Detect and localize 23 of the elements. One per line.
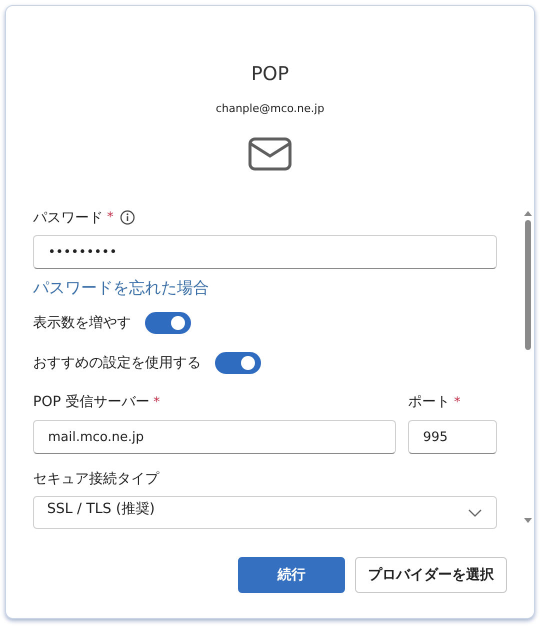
toggle-label: おすすめの設定を使用する xyxy=(33,354,201,372)
envelope-icon xyxy=(248,137,292,171)
field-label: セキュア接続タイプ xyxy=(33,470,159,488)
info-icon[interactable] xyxy=(120,210,134,226)
server-field[interactable]: mail.mco.ne.jp xyxy=(33,420,396,454)
continue-button[interactable]: 続行 xyxy=(238,557,345,593)
required-mark: * xyxy=(107,210,114,226)
required-mark: * xyxy=(454,394,460,410)
toggle-switch[interactable] xyxy=(145,312,191,334)
required-mark: * xyxy=(153,394,160,410)
port-field[interactable]: 995 xyxy=(408,420,497,454)
field-label: パスワード xyxy=(33,208,103,227)
security-dropdown[interactable]: SSL / TLS (推奨) xyxy=(33,496,497,529)
account-email: chanple@mco.ne.jp xyxy=(216,102,324,116)
password-field[interactable]: ••••••••• xyxy=(33,235,497,269)
field-label: ポート xyxy=(408,393,450,412)
dialog-title: POP xyxy=(251,62,289,86)
toggle-switch[interactable] xyxy=(215,352,261,374)
forgot-password-link[interactable]: パスワードを忘れた場合 xyxy=(33,276,209,299)
field-label: POP 受信サーバー xyxy=(33,393,150,412)
toggle-label: 表示数を増やす xyxy=(33,314,131,332)
choose-provider-button[interactable]: プロバイダーを選択 xyxy=(355,557,507,593)
chevron-down-icon xyxy=(468,508,482,517)
